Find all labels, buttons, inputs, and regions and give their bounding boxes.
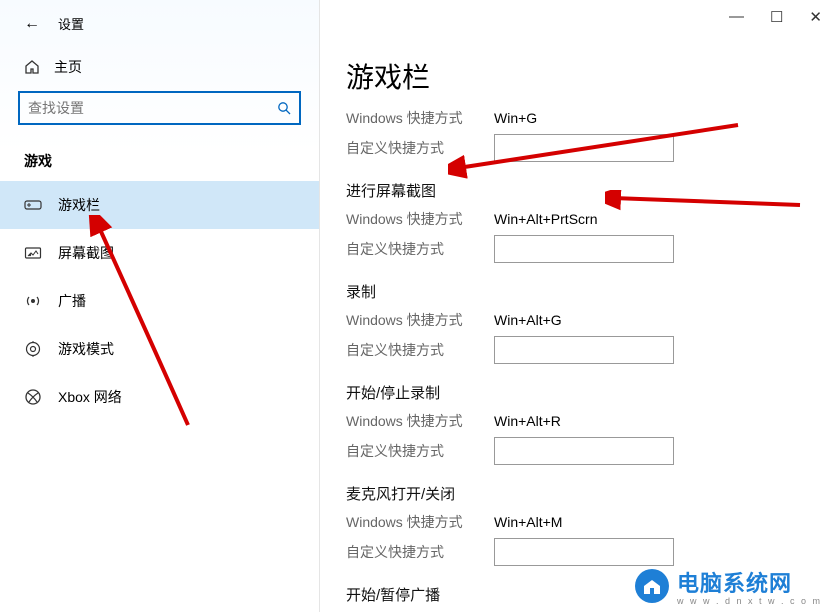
sidebar-item-game-mode[interactable]: 游戏模式 <box>0 325 319 373</box>
page-title: 游戏栏 <box>346 56 836 96</box>
section-label: 游戏 <box>0 143 319 181</box>
shortcut-row: Windows 快捷方式Win+Alt+PrtScrn <box>346 209 836 229</box>
shortcut-value: Win+Alt+PrtScrn <box>494 211 597 227</box>
shortcut-value: Win+G <box>494 110 537 126</box>
search-icon <box>277 101 291 115</box>
content-area: 游戏栏 Windows 快捷方式Win+G自定义快捷方式进行屏幕截图Window… <box>320 0 836 612</box>
sidebar-item-screenshot[interactable]: 屏幕截图 <box>0 229 319 277</box>
shortcut-label: 自定义快捷方式 <box>346 340 494 360</box>
watermark-text: 电脑系统网 <box>677 566 822 598</box>
game-mode-icon <box>24 340 42 358</box>
shortcut-row: Windows 快捷方式Win+G <box>346 108 836 128</box>
search-box[interactable] <box>18 91 301 125</box>
shortcut-label: 自定义快捷方式 <box>346 441 494 461</box>
watermark-logo-icon <box>635 569 669 603</box>
shortcut-row: 自定义快捷方式 <box>346 235 836 263</box>
close-button[interactable]: ✕ <box>809 8 822 26</box>
watermark-sub: w w w . d n x t w . c o m <box>677 596 822 606</box>
shortcut-value: Win+Alt+M <box>494 514 562 530</box>
home-label: 主页 <box>54 57 82 77</box>
shortcut-label: 自定义快捷方式 <box>346 542 494 562</box>
home-nav[interactable]: 主页 <box>0 47 319 91</box>
xbox-icon <box>24 388 42 406</box>
minimize-button[interactable]: — <box>729 8 744 26</box>
app-title: 设置 <box>58 14 84 33</box>
custom-shortcut-input[interactable] <box>494 235 674 263</box>
sidebar-item-label: 屏幕截图 <box>58 243 114 263</box>
window-controls: — ☐ ✕ <box>729 8 822 26</box>
shortcut-label: Windows 快捷方式 <box>346 108 494 128</box>
search-input[interactable] <box>28 100 277 116</box>
shortcut-row: 自定义快捷方式 <box>346 134 836 162</box>
shortcut-label: Windows 快捷方式 <box>346 310 494 330</box>
shortcut-label: Windows 快捷方式 <box>346 209 494 229</box>
shortcut-group-heading: 进行屏幕截图 <box>346 180 836 201</box>
shortcut-row: 自定义快捷方式 <box>346 336 836 364</box>
sidebar-item-label: 广播 <box>58 291 86 311</box>
sidebar-item-xbox-network[interactable]: Xbox 网络 <box>0 373 319 421</box>
custom-shortcut-input[interactable] <box>494 538 674 566</box>
maximize-button[interactable]: ☐ <box>770 8 783 26</box>
sidebar-item-broadcast[interactable]: 广播 <box>0 277 319 325</box>
screenshot-icon <box>24 246 42 260</box>
sidebar-item-label: 游戏模式 <box>58 339 114 359</box>
back-button[interactable]: ← <box>24 15 40 33</box>
shortcut-value: Win+Alt+G <box>494 312 562 328</box>
shortcut-row: Windows 快捷方式Win+Alt+M <box>346 512 836 532</box>
sidebar-item-game-bar[interactable]: 游戏栏 <box>0 181 319 229</box>
shortcut-group-heading: 开始/停止录制 <box>346 382 836 403</box>
shortcut-row: Windows 快捷方式Win+Alt+R <box>346 411 836 431</box>
sidebar-item-label: 游戏栏 <box>58 195 100 215</box>
watermark: 电脑系统网 w w w . d n x t w . c o m <box>635 566 822 606</box>
broadcast-icon <box>24 293 42 309</box>
custom-shortcut-input[interactable] <box>494 437 674 465</box>
shortcut-value: Win+Alt+R <box>494 413 561 429</box>
sidebar-item-label: Xbox 网络 <box>58 387 122 407</box>
shortcut-label: 自定义快捷方式 <box>346 239 494 259</box>
shortcut-group-heading: 录制 <box>346 281 836 302</box>
shortcut-row: 自定义快捷方式 <box>346 437 836 465</box>
shortcut-row: Windows 快捷方式Win+Alt+G <box>346 310 836 330</box>
shortcut-label: 自定义快捷方式 <box>346 138 494 158</box>
game-bar-icon <box>24 198 42 212</box>
shortcut-label: Windows 快捷方式 <box>346 411 494 431</box>
custom-shortcut-input[interactable] <box>494 336 674 364</box>
home-icon <box>24 59 40 75</box>
shortcut-row: 自定义快捷方式 <box>346 538 836 566</box>
shortcut-group-heading: 麦克风打开/关闭 <box>346 483 836 504</box>
titlebar: ← 设置 <box>0 14 319 47</box>
custom-shortcut-input[interactable] <box>494 134 674 162</box>
shortcut-label: Windows 快捷方式 <box>346 512 494 532</box>
sidebar: ← 设置 主页 游戏 游戏栏 <box>0 0 320 612</box>
